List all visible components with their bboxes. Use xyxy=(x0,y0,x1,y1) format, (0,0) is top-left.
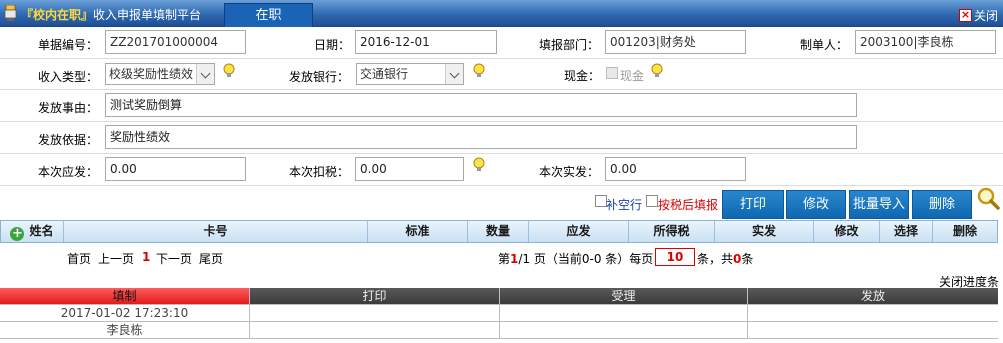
stage-issue-person xyxy=(748,322,998,339)
progress-table: 填制 打印 受理 发放 2017-01-02 17:23:10 李良栋 xyxy=(0,288,998,339)
pager-page-total: /1 页（当前0-0 条）每页 xyxy=(518,252,654,266)
stage-fill-time: 2017-01-02 17:23:10 xyxy=(0,305,250,322)
delete-button[interactable]: 删除 xyxy=(912,190,972,219)
progress-header-row: 填制 打印 受理 发放 xyxy=(0,288,998,305)
fill-empty-row-label[interactable]: 补空行 xyxy=(606,196,642,213)
search-icon[interactable] xyxy=(976,186,1000,210)
stage-fill: 填制 xyxy=(0,288,250,305)
stage-issue: 发放 xyxy=(748,288,998,305)
actual-field[interactable]: 0.00 xyxy=(605,157,746,181)
payable-label: 本次应发： xyxy=(38,165,99,179)
basis-label: 发放依据： xyxy=(38,133,99,147)
stage-print-person xyxy=(250,322,500,339)
form-row-5: 本次应发： 0.00 本次扣税： 0.00 本次实发： 0.00 xyxy=(0,154,1003,186)
tax-field[interactable]: 0.00 xyxy=(355,157,464,181)
actual-label: 本次实发： xyxy=(539,165,600,179)
col-name: + 姓名 xyxy=(1,221,64,242)
pager-total-info: 条，共0条 xyxy=(697,250,753,267)
payable-field[interactable]: 0.00 xyxy=(105,157,246,181)
fill-after-tax-checkbox[interactable] xyxy=(646,195,658,207)
stage-fill-person: 李良栋 xyxy=(0,322,250,339)
income-type-label: 收入类型： xyxy=(38,70,99,84)
stage-accept-time xyxy=(500,305,748,322)
fill-after-tax-label[interactable]: 按税后填报 xyxy=(658,196,718,213)
lightbulb-icon[interactable] xyxy=(650,63,664,79)
pager-last[interactable]: 尾页 xyxy=(199,250,223,267)
pager-current: 1 xyxy=(142,250,151,264)
lightbulb-icon[interactable] xyxy=(222,63,236,79)
col-standard: 标准 xyxy=(368,221,468,242)
stage-issue-time xyxy=(748,305,998,322)
cash-label: 现金： xyxy=(564,69,601,83)
stage-print: 打印 xyxy=(250,288,500,305)
app-icon xyxy=(4,5,17,21)
page-size-input[interactable]: 10 xyxy=(655,248,695,266)
progress-time-row: 2017-01-02 17:23:10 xyxy=(0,305,998,322)
form-row-1: 单据编号： ZZ201701000004 日期： 2016-12-01 填报部门… xyxy=(0,27,1003,59)
dept-field[interactable]: 001203|财务处 xyxy=(605,30,746,54)
form-row-4: 发放依据： 奖励性绩效 xyxy=(0,122,1003,154)
add-row-icon[interactable]: + xyxy=(10,227,25,241)
chevron-down-icon xyxy=(196,64,214,84)
col-payable: 应发 xyxy=(529,221,629,242)
pager-prev[interactable]: 上一页 xyxy=(98,250,134,267)
col-name-label: 姓名 xyxy=(29,224,54,238)
col-edit: 修改 xyxy=(814,221,880,242)
doc-no-field[interactable]: ZZ201701000004 xyxy=(105,30,246,54)
col-income-tax: 所得税 xyxy=(629,221,715,242)
lightbulb-icon[interactable] xyxy=(472,63,486,79)
col-actual: 实发 xyxy=(715,221,814,242)
form-row-3: 发放事由： 测试奖励倒算 xyxy=(0,90,1003,122)
maker-field[interactable]: 2003100|李良栋 xyxy=(855,30,996,54)
lightbulb-icon[interactable] xyxy=(472,157,486,173)
col-quantity: 数量 xyxy=(468,221,529,242)
income-type-value: 校级奖励性绩效 xyxy=(109,67,194,81)
reason-field[interactable]: 测试奖励倒算 xyxy=(105,93,857,117)
doc-no-label: 单据编号： xyxy=(38,38,99,52)
app-title-text: 收入申报单填制平台 xyxy=(93,8,202,22)
stage-accept-person xyxy=(500,322,748,339)
close-button[interactable]: × 关闭 xyxy=(958,7,998,24)
date-label: 日期： xyxy=(314,38,351,52)
cash-checkbox[interactable] xyxy=(606,67,618,79)
title-bar: 『校内在职』收入申报单填制平台 在职 × 关闭 xyxy=(0,0,1003,27)
tab-in-service[interactable]: 在职 xyxy=(224,3,313,27)
app-title: 『校内在职』收入申报单填制平台 xyxy=(21,6,201,23)
pager-info: 第1/1 页（当前0-0 条）每页 xyxy=(498,250,653,267)
edit-button[interactable]: 修改 xyxy=(786,190,846,219)
print-button[interactable]: 打印 xyxy=(722,190,784,219)
maker-label: 制单人： xyxy=(800,38,849,52)
pager-info-post: 条 xyxy=(741,252,754,266)
bank-select[interactable]: 交通银行 xyxy=(356,63,464,85)
pager-first[interactable]: 首页 xyxy=(67,250,91,267)
close-label: 关闭 xyxy=(973,9,998,23)
stage-print-time xyxy=(250,305,500,322)
batch-import-button[interactable]: 批量导入 xyxy=(849,190,909,219)
pager-info-mid: 条，共 xyxy=(697,252,734,266)
progress-person-row: 李良栋 xyxy=(0,322,998,339)
basis-field[interactable]: 奖励性绩效 xyxy=(105,125,857,149)
reason-label: 发放事由： xyxy=(38,101,99,115)
pager-next[interactable]: 下一页 xyxy=(156,250,192,267)
bank-label: 发放银行： xyxy=(289,70,350,84)
form-row-2: 收入类型： 校级奖励性绩效 发放银行： 交通银行 现金： 现金 xyxy=(0,59,1003,90)
grid-header: + 姓名 卡号 标准 数量 应发 所得税 实发 修改 选择 删除 xyxy=(0,220,998,243)
income-type-select[interactable]: 校级奖励性绩效 xyxy=(105,63,215,85)
close-icon: × xyxy=(958,8,972,22)
dept-label: 填报部门： xyxy=(539,38,600,52)
stage-accept: 受理 xyxy=(500,288,748,305)
cash-checkbox-label: 现金 xyxy=(620,69,645,83)
col-select: 选择 xyxy=(880,221,933,242)
pager-info-pre: 第 xyxy=(498,252,511,266)
date-field[interactable]: 2016-12-01 xyxy=(355,30,497,54)
col-card-no: 卡号 xyxy=(64,221,368,242)
tax-label: 本次扣税： xyxy=(289,165,350,179)
app-title-highlight: 『校内在职』 xyxy=(21,8,94,22)
bank-value: 交通银行 xyxy=(360,67,409,81)
col-delete: 删除 xyxy=(952,224,977,238)
chevron-down-icon xyxy=(445,64,463,84)
